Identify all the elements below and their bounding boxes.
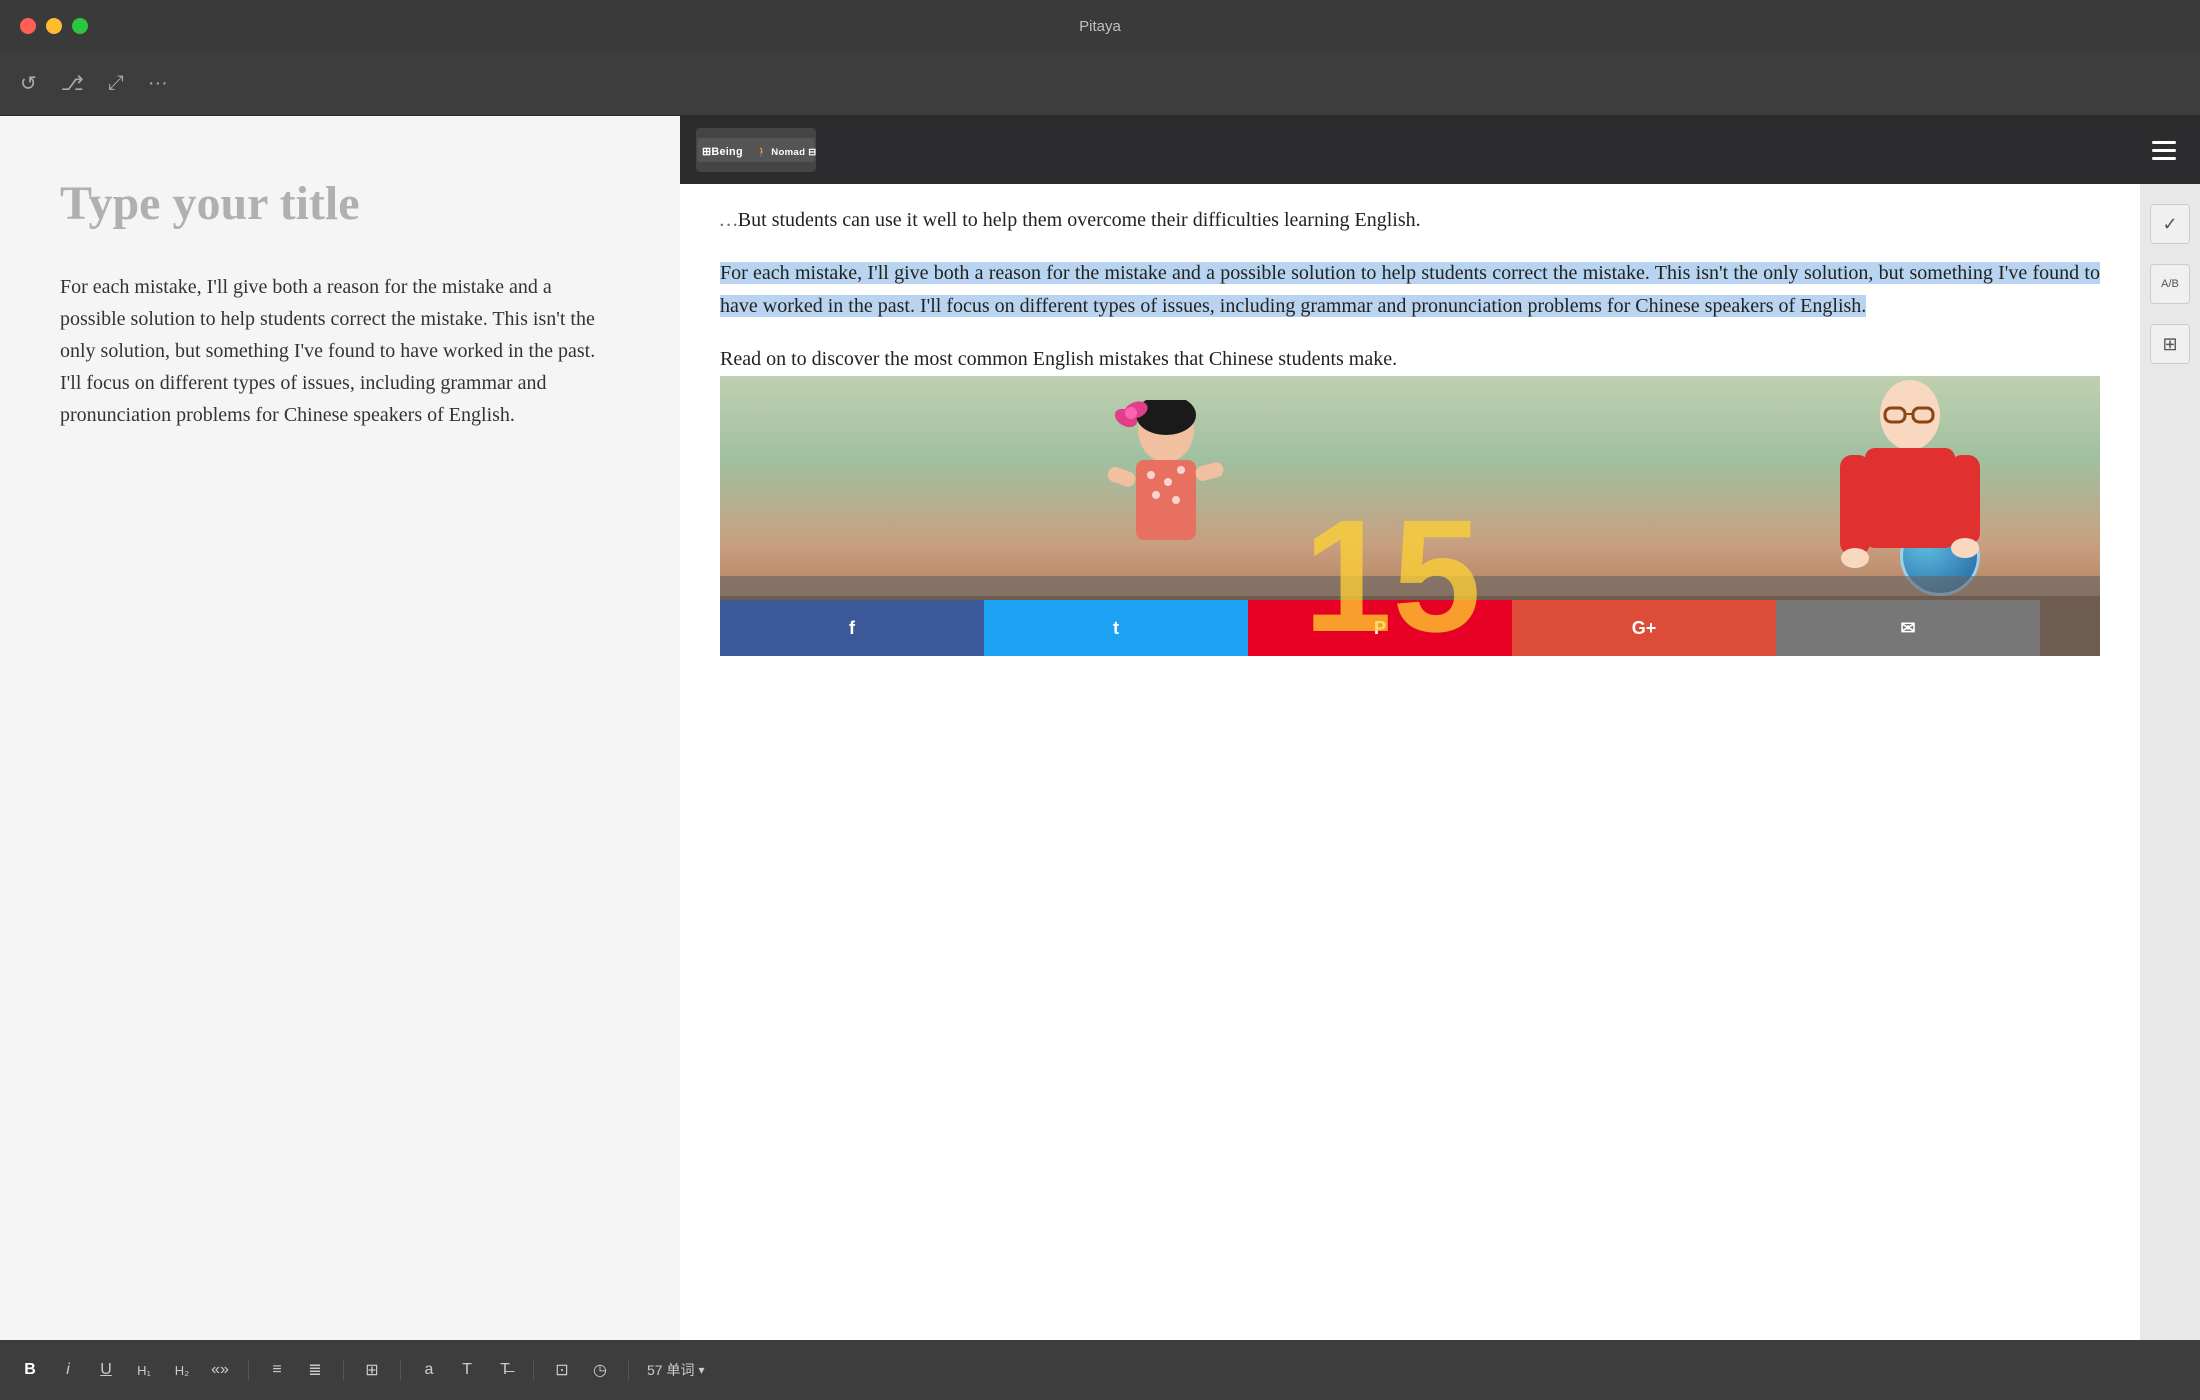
list-ordered-button[interactable]: ≣ bbox=[305, 1360, 325, 1380]
bottom-toolbar: B i U H₁ H₂ «» ≡ ≣ ⊞ a T T̶ ⊡ ◷ 57 单词 ▾ bbox=[0, 1340, 2200, 1400]
highlighted-text-span: For each mistake, I'll give both a reaso… bbox=[720, 262, 2100, 317]
editor-body-text[interactable]: For each mistake, I'll give both a reaso… bbox=[60, 271, 620, 431]
h1-button[interactable]: H₁ bbox=[134, 1363, 154, 1378]
minimize-button[interactable] bbox=[46, 18, 62, 34]
browser-read-on-text: Read on to discover the most common Engl… bbox=[720, 343, 2100, 376]
erase-button[interactable]: T̶ bbox=[495, 1361, 515, 1379]
googleplus-share-button[interactable]: G+ bbox=[1512, 600, 1776, 656]
app-title: Pitaya bbox=[1079, 18, 1121, 35]
hamburger-line-1 bbox=[2152, 141, 2176, 144]
bold-button[interactable]: B bbox=[20, 1361, 40, 1379]
intro-partial: … bbox=[720, 209, 738, 231]
svg-text:🚶 Nomad ⊟: 🚶 Nomad ⊟ bbox=[756, 146, 816, 158]
toolbar-separator-5 bbox=[628, 1360, 629, 1380]
twitter-share-button[interactable]: t bbox=[984, 600, 1248, 656]
quote-button[interactable]: «» bbox=[210, 1361, 230, 1379]
svg-text:⊞Being: ⊞Being bbox=[702, 146, 743, 158]
editor-title-placeholder[interactable]: Type your title bbox=[60, 176, 620, 231]
browser-article-image: 15 知乎 @可口可爱的瞌睡宝宝 f t P G+ ✉ bbox=[720, 376, 2100, 656]
toolbar-separator-1 bbox=[248, 1360, 249, 1380]
text-button[interactable]: T bbox=[457, 1361, 477, 1379]
pinterest-share-button[interactable]: P bbox=[1248, 600, 1512, 656]
toolbar-separator-4 bbox=[533, 1360, 534, 1380]
underline-button[interactable]: U bbox=[96, 1361, 116, 1379]
teacher-figure bbox=[1830, 380, 1990, 600]
student-figure bbox=[1106, 400, 1226, 600]
link-button[interactable]: ⊞ bbox=[362, 1360, 382, 1380]
close-button[interactable] bbox=[20, 18, 36, 34]
hamburger-menu-icon[interactable] bbox=[2144, 133, 2184, 168]
check-icon[interactable]: ✓ bbox=[2150, 204, 2190, 244]
browser-header: ⊞Being 🚶 Nomad ⊟ bbox=[680, 116, 2200, 184]
browser-pane: ⊞Being 🚶 Nomad ⊟ …But students can use i… bbox=[680, 116, 2200, 1340]
formula-icon[interactable]: A/B bbox=[2150, 264, 2190, 304]
facebook-share-button[interactable]: f bbox=[720, 600, 984, 656]
editor-pane: Type your title For each mistake, I'll g… bbox=[0, 116, 680, 1340]
email-share-button[interactable]: ✉ bbox=[1776, 600, 2040, 656]
hamburger-line-2 bbox=[2152, 149, 2176, 152]
more-icon[interactable]: ··· bbox=[148, 72, 168, 95]
right-sidebar: ✓ A/B ⊞ bbox=[2140, 184, 2200, 1340]
social-share-bar: f t P G+ ✉ bbox=[720, 600, 2040, 656]
window-controls bbox=[20, 18, 88, 34]
h2-button[interactable]: H₂ bbox=[172, 1363, 192, 1378]
hamburger-line-3 bbox=[2152, 157, 2176, 160]
word-count-label[interactable]: 57 单词 bbox=[647, 1360, 694, 1380]
refresh-icon[interactable]: ↺ bbox=[20, 71, 37, 96]
top-toolbar: ↺ ⎇ ⤢ ··· bbox=[0, 52, 2200, 116]
title-bar: Pitaya bbox=[0, 0, 2200, 52]
share-icon[interactable]: ⎇ bbox=[61, 71, 84, 96]
italic-button[interactable]: i bbox=[58, 1361, 78, 1379]
image-button[interactable]: ⊡ bbox=[552, 1360, 572, 1380]
toolbar-separator-2 bbox=[343, 1360, 344, 1380]
word-count-area: 57 单词 ▾ bbox=[647, 1360, 705, 1380]
maximize-button[interactable] bbox=[72, 18, 88, 34]
toolbar-separator-3 bbox=[400, 1360, 401, 1380]
clock-button[interactable]: ◷ bbox=[590, 1360, 610, 1380]
browser-highlighted-paragraph: For each mistake, I'll give both a reaso… bbox=[720, 257, 2100, 323]
main-layout: Type your title For each mistake, I'll g… bbox=[0, 116, 2200, 1340]
browser-scroll-area[interactable]: …But students can use it well to help th… bbox=[720, 184, 2100, 1300]
word-count-dropdown-icon[interactable]: ▾ bbox=[698, 1363, 704, 1377]
browser-logo: ⊞Being 🚶 Nomad ⊟ bbox=[696, 128, 816, 172]
strikethrough-button[interactable]: a bbox=[419, 1361, 439, 1379]
browser-content: …But students can use it well to help th… bbox=[680, 184, 2140, 1340]
list-unordered-button[interactable]: ≡ bbox=[267, 1361, 287, 1379]
browser-intro-text: …But students can use it well to help th… bbox=[720, 184, 2100, 237]
tray-icon[interactable]: ⊞ bbox=[2150, 324, 2190, 364]
expand-icon[interactable]: ⤢ bbox=[108, 72, 124, 95]
site-logo: ⊞Being 🚶 Nomad ⊟ bbox=[696, 128, 816, 172]
